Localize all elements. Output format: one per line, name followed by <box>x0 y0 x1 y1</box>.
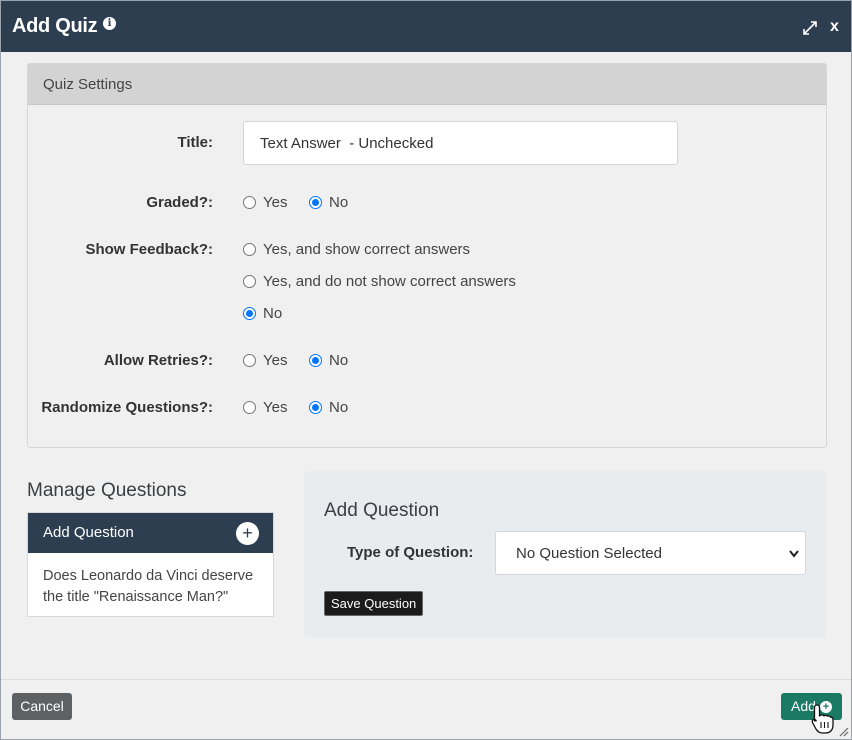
plus-icon[interactable]: + <box>236 522 259 545</box>
add-quiz-dialog: Add Quiz i x Quiz Settings Title: Graded… <box>0 0 852 740</box>
expand-icon[interactable] <box>803 21 817 35</box>
radio-label: Yes <box>263 194 288 211</box>
radio-label: Yes <box>263 399 288 416</box>
radio-button[interactable] <box>243 196 256 209</box>
radio-label: No <box>329 352 349 369</box>
question-type-value: No Question Selected <box>516 545 662 562</box>
quiz-settings-header: Quiz Settings <box>28 64 826 105</box>
manage-questions-title: Manage Questions <box>27 480 187 501</box>
title-input[interactable] <box>243 121 678 165</box>
retries-no-radio[interactable]: No <box>309 352 348 369</box>
radio-button[interactable] <box>243 354 256 367</box>
info-icon[interactable]: i <box>103 17 116 30</box>
footer-divider <box>1 679 851 680</box>
radio-label: Yes <box>263 352 288 369</box>
question-type-select[interactable]: No Question Selected <box>495 531 806 575</box>
feedback-hide-answers-radio[interactable]: Yes, and do not show correct answers <box>243 273 516 290</box>
question-list-header-label: Add Question <box>43 524 134 541</box>
chevron-down-icon <box>789 550 799 558</box>
allow-retries-label: Allow Retries?: <box>103 352 213 369</box>
cancel-button[interactable]: Cancel <box>12 693 72 720</box>
graded-yes-radio[interactable]: Yes <box>243 194 287 211</box>
randomize-yes-radio[interactable]: Yes <box>243 399 287 416</box>
feedback-no-radio[interactable]: No <box>243 305 282 322</box>
dialog-titlebar: Add Quiz i x <box>1 1 851 52</box>
feedback-show-answers-radio[interactable]: Yes, and show correct answers <box>243 241 470 258</box>
radio-button[interactable] <box>309 401 322 414</box>
graded-label: Graded?: <box>146 194 213 211</box>
radio-label: Yes, and do not show correct answers <box>263 273 516 290</box>
radio-button[interactable] <box>243 243 256 256</box>
question-list-card: Add Question + Does Leonardo da Vinci de… <box>27 512 274 617</box>
title-label: Title: <box>177 134 213 151</box>
add-question-heading: Add Question <box>324 500 440 521</box>
radio-label: Yes, and show correct answers <box>263 241 471 258</box>
list-item[interactable]: Does Leonardo da Vinci deserve the title… <box>28 553 273 621</box>
radio-button[interactable] <box>309 354 322 367</box>
question-list-header: Add Question + <box>28 513 273 553</box>
radio-button[interactable] <box>243 401 256 414</box>
question-type-label: Type of Question: <box>347 544 474 561</box>
close-icon[interactable]: x <box>830 18 839 36</box>
resize-handle-icon[interactable] <box>837 725 849 737</box>
radio-label: No <box>329 399 349 416</box>
radio-label: No <box>263 305 283 322</box>
graded-no-radio[interactable]: No <box>309 194 348 211</box>
quiz-settings-panel: Quiz Settings Title: Graded?: Yes No Sho… <box>27 63 827 448</box>
add-question-panel: Add Question Type of Question: No Questi… <box>304 471 826 637</box>
radio-button[interactable] <box>309 196 322 209</box>
randomize-no-radio[interactable]: No <box>309 399 348 416</box>
hand-cursor-icon <box>811 704 834 734</box>
show-feedback-label: Show Feedback?: <box>85 241 213 258</box>
save-question-button[interactable]: Save Question <box>324 591 424 616</box>
randomize-label: Randomize Questions?: <box>41 399 213 416</box>
retries-yes-radio[interactable]: Yes <box>243 352 287 369</box>
radio-button[interactable] <box>243 307 256 320</box>
dialog-title: Add Quiz <box>12 15 98 37</box>
radio-label: No <box>329 194 349 211</box>
radio-button[interactable] <box>243 275 256 288</box>
